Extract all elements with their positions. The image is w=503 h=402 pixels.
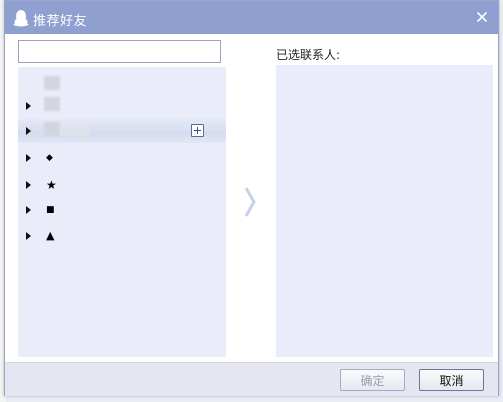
group-label: ★ xyxy=(46,178,57,192)
blurred-avatar xyxy=(44,76,60,90)
search-input[interactable] xyxy=(18,40,221,63)
group-label: ▲ xyxy=(46,229,55,242)
tree-group-row-highlighted[interactable] xyxy=(18,119,226,143)
expand-arrow-icon[interactable] xyxy=(26,206,31,214)
expand-arrow-icon[interactable] xyxy=(26,154,31,162)
expand-arrow-icon[interactable] xyxy=(26,181,31,189)
move-right-arrow-icon[interactable] xyxy=(243,186,257,218)
tree-group-row[interactable]: ★ xyxy=(18,173,226,197)
ok-button[interactable]: 确定 xyxy=(340,369,405,391)
expand-arrow-icon[interactable] xyxy=(26,102,31,110)
group-label: ◆ xyxy=(46,153,53,163)
close-icon xyxy=(476,11,488,23)
blurred-name xyxy=(60,125,90,135)
dialog-title: 推荐好友 xyxy=(33,14,88,29)
selected-contacts-label: 已选联系人: xyxy=(276,48,341,62)
recommend-friend-dialog: 推荐好友 ◆ ★ ■ ▲ 已选联系人: 确定 取消 xyxy=(4,0,499,396)
group-label: ■ xyxy=(46,205,55,215)
add-group-button[interactable] xyxy=(191,124,204,137)
qq-penguin-icon xyxy=(13,10,29,27)
blurred-avatar xyxy=(44,122,60,136)
dialog-footer: 确定 取消 xyxy=(5,362,498,396)
tree-group-row[interactable] xyxy=(18,76,226,118)
contact-tree[interactable]: ◆ ★ ■ ▲ xyxy=(18,67,226,357)
tree-group-row[interactable]: ■ xyxy=(18,198,226,222)
tree-group-row[interactable]: ▲ xyxy=(18,224,226,248)
selected-contacts-list[interactable] xyxy=(276,65,493,357)
blurred-avatar xyxy=(44,97,60,111)
expand-arrow-icon[interactable] xyxy=(26,232,31,240)
cancel-button[interactable]: 取消 xyxy=(419,369,484,391)
tree-group-row[interactable]: ◆ xyxy=(18,146,226,170)
close-button[interactable] xyxy=(473,8,491,26)
dialog-titlebar[interactable]: 推荐好友 xyxy=(5,1,498,34)
expand-arrow-icon[interactable] xyxy=(26,127,31,135)
